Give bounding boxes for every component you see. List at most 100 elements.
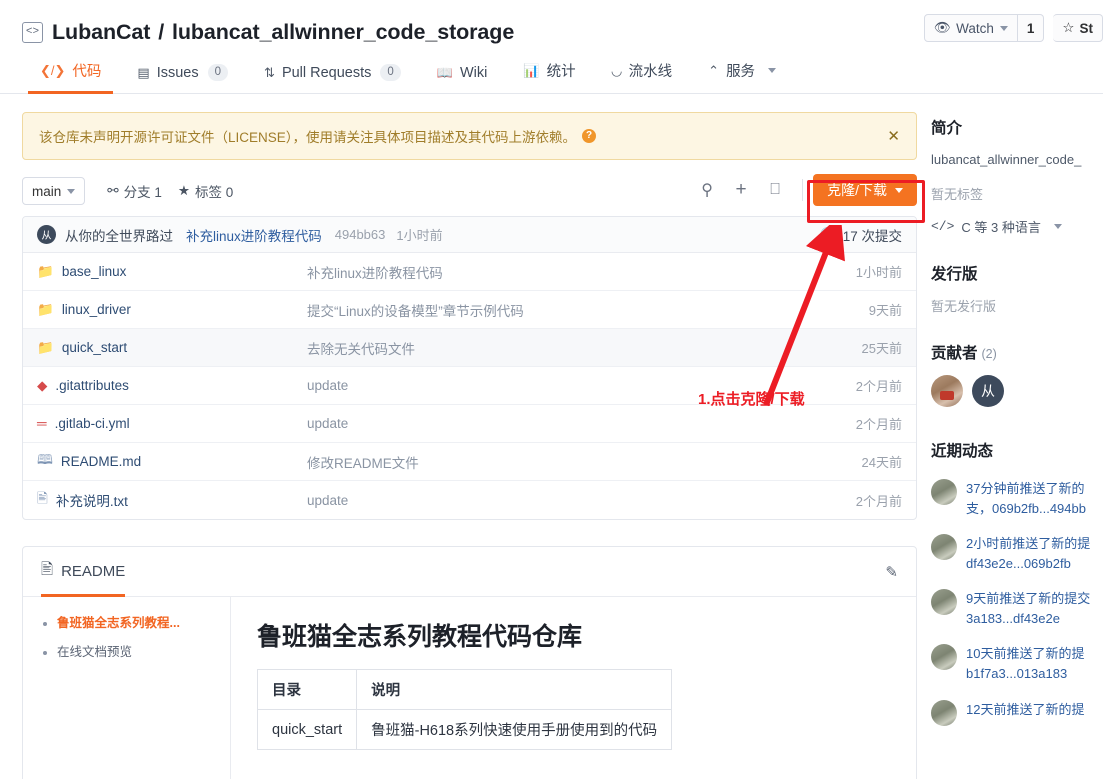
readme-toc-list: 鲁班猫全志系列教程... 在线文档预览 [41, 615, 216, 661]
avatar[interactable] [931, 644, 957, 671]
sidebar-language[interactable]: </> C 等 3 种语言 [931, 217, 1087, 236]
repo-owner-link[interactable]: LubanCat [52, 20, 150, 44]
avatar[interactable] [931, 699, 957, 726]
file-commit-time: 2个月前 [855, 493, 902, 509]
tab-pull-requests[interactable]: ⇅ Pull Requests 0 [246, 64, 419, 93]
table-row[interactable]: 📁 quick_start 去除无关代码文件 25天前 [23, 329, 916, 367]
file-commit-time: 9天前 [868, 303, 902, 318]
activity-line-1: 9天前推送了新的提交 [966, 591, 1091, 607]
file-name-cell[interactable]: 📁 quick_start [37, 340, 307, 356]
table-row[interactable]: 📁 linux_driver 提交“Linux的设备模型”章节示例代码 9天前 [23, 291, 916, 329]
readme-body: 鲁班猫全志系列教程... 在线文档预览 鲁班猫全志系列教程代码仓库 目录 [23, 597, 916, 779]
activity-line-1: 10天前推送了新的提 [966, 646, 1085, 662]
activity-line-2: b1f7a3...013a183 [966, 666, 1068, 682]
tab-pipeline[interactable]: ◟◞ 流水线 [594, 60, 691, 93]
code-brackets-icon: <> [22, 21, 43, 43]
list-item[interactable]: 37分钟前推送了新的 支，069b2fb...494bb [931, 478, 1087, 519]
issues-count-badge: 0 [207, 64, 229, 81]
file-commit-message[interactable]: 提交“Linux的设备模型”章节示例代码 [307, 300, 869, 320]
file-commit-time: 25天前 [861, 341, 902, 356]
edit-icon[interactable]: ✎ [885, 563, 898, 581]
readme-panel: 🖹 README ✎ 鲁班猫全志系列教程... 在线文档预览 [22, 546, 917, 779]
table-row[interactable]: 📁 base_linux 补充linux进阶教程代码 1小时前 [23, 253, 916, 291]
readme-header: 🖹 README ✎ [23, 547, 916, 597]
monitor-icon[interactable]: ⎕ [758, 175, 792, 205]
tab-code[interactable]: ❮/❯ 代码 [22, 60, 119, 94]
table-row[interactable]: 🖹 补充说明.txt update 2个月前 [23, 481, 916, 519]
plus-icon[interactable]: + [724, 175, 758, 205]
list-item[interactable]: 10天前推送了新的提 b1f7a3...013a183 [931, 644, 1087, 684]
sidebar-about-title: 简介 [931, 120, 963, 137]
repo-nav-tabs: ❮/❯ 代码 ▤ Issues 0 ⇅ Pull Requests 0 📖 Wi… [0, 50, 1103, 94]
file-commit-message[interactable]: 修改README文件 [307, 452, 862, 472]
tags-link[interactable]: ★ 标签 0 [178, 181, 233, 201]
toc-link: 鲁班猫全志系列教程... [57, 616, 180, 630]
star-button[interactable]: ☆ St [1053, 14, 1103, 42]
list-item[interactable]: 9天前推送了新的提交 3a183...df43e2e [931, 589, 1090, 629]
avatar[interactable] [931, 374, 963, 407]
license-banner-text-wrap: 该仓库未声明开源许可证文件（LICENSE），使用请关注具体项目描述及其代码上游… [39, 126, 597, 146]
issue-icon: ▤ [137, 64, 150, 80]
readme-content: 鲁班猫全志系列教程代码仓库 目录 说明 quick_start 鲁班猫-H618… [231, 597, 916, 779]
file-name-cell[interactable]: ═ .gitlab-ci.yml [37, 416, 307, 431]
list-item[interactable]: 鲁班猫全志系列教程... [57, 615, 216, 633]
commit-count-label: 17 次提交 [842, 228, 902, 244]
commit-author[interactable]: 从你的全世界路过 [65, 225, 173, 245]
avatar[interactable] [931, 478, 957, 505]
pipeline-icon: ◟◞ [611, 62, 622, 78]
file-commit-message[interactable]: update [307, 493, 856, 508]
avatar[interactable] [931, 533, 957, 560]
watch-button-group[interactable]: 👁 Watch 1 [923, 14, 1045, 42]
folder-icon: 📁 [37, 263, 54, 279]
tab-statistics[interactable]: 📊 统计 [505, 60, 593, 93]
watch-count: 1 [1017, 14, 1045, 42]
commit-count-link[interactable]: 🕓 17 次提交 [820, 225, 902, 245]
table-header-cell: 目录 [256, 669, 358, 710]
watch-button[interactable]: 👁 Watch [923, 14, 1018, 42]
toolbar-divider [802, 179, 804, 201]
branches-label: 分支 1 [123, 185, 162, 200]
tab-wiki[interactable]: 📖 Wiki [419, 65, 506, 93]
avatar[interactable]: 从 [972, 374, 1004, 407]
branches-link[interactable]: ⚯ 分支 1 [107, 181, 162, 201]
repo-name-link[interactable]: lubancat_allwinner_code_storage [172, 20, 514, 44]
tab-issues-label: Issues [156, 64, 199, 81]
tab-services[interactable]: ⌃ 服务 [690, 60, 794, 93]
table-cell: 鲁班猫-H618系列快速使用手册使用到的代码 [356, 709, 673, 750]
file-name-cell[interactable]: ◆ .gitattributes [37, 378, 307, 394]
table-row[interactable]: 🕮 README.md 修改README文件 24天前 [23, 443, 916, 481]
table-row[interactable]: ═ .gitlab-ci.yml update 2个月前 [23, 405, 916, 443]
sidebar-contributors-count: (2) [981, 346, 997, 361]
commit-message[interactable]: 补充linux进阶教程代码 [186, 225, 322, 245]
star-button-group[interactable]: ☆ St [1053, 14, 1103, 42]
search-icon[interactable]: ⚲ [690, 175, 724, 205]
file-name-cell[interactable]: 🖹 补充说明.txt [37, 489, 307, 512]
sidebar-about-description: lubancat_allwinner_code_ [931, 152, 1082, 167]
file-commit-message[interactable]: update [307, 416, 856, 431]
file-name-cell[interactable]: 📁 linux_driver [37, 302, 307, 318]
clone-download-button[interactable]: 克隆/下载 [813, 174, 917, 206]
file-name: quick_start [61, 340, 128, 355]
contributors-list: 从 [931, 374, 1087, 407]
file-name-cell[interactable]: 🕮 README.md [37, 450, 307, 473]
avatar[interactable]: 从 [37, 225, 56, 244]
avatar[interactable] [931, 589, 957, 616]
branch-selector[interactable]: main [22, 177, 86, 205]
activity-text: 9天前推送了新的提交 3a183...df43e2e [966, 589, 1090, 629]
page-body: 该仓库未声明开源许可证文件（LICENSE），使用请关注具体项目描述及其代码上游… [0, 94, 1103, 779]
file-name-cell[interactable]: 📁 base_linux [37, 264, 307, 280]
list-item[interactable]: 12天前推送了新的提 [931, 699, 1087, 726]
close-icon[interactable]: ✕ [887, 127, 900, 145]
activity-line-2: 支，069b2fb...494bb [966, 500, 1086, 516]
activity-line-1: 2小时前推送了新的提 [966, 535, 1091, 551]
list-item[interactable]: 在线文档预览 [57, 644, 216, 662]
file-commit-message[interactable]: 去除无关代码文件 [307, 338, 862, 358]
commit-sha[interactable]: 494bb63 [335, 227, 386, 242]
latest-commit-bar: 从 从你的全世界路过 补充linux进阶教程代码 494bb63 1小时前 🕓 … [23, 217, 916, 253]
question-mark-icon[interactable]: ? [582, 129, 597, 143]
file-commit-message[interactable]: 补充linux进阶教程代码 [307, 262, 856, 282]
tab-issues[interactable]: ▤ Issues 0 [119, 64, 246, 93]
tab-readme[interactable]: 🖹 README [41, 547, 126, 597]
star-icon: ☆ [1062, 20, 1075, 35]
list-item[interactable]: 2小时前推送了新的提 df43e2e...069b2fb [931, 533, 1091, 574]
